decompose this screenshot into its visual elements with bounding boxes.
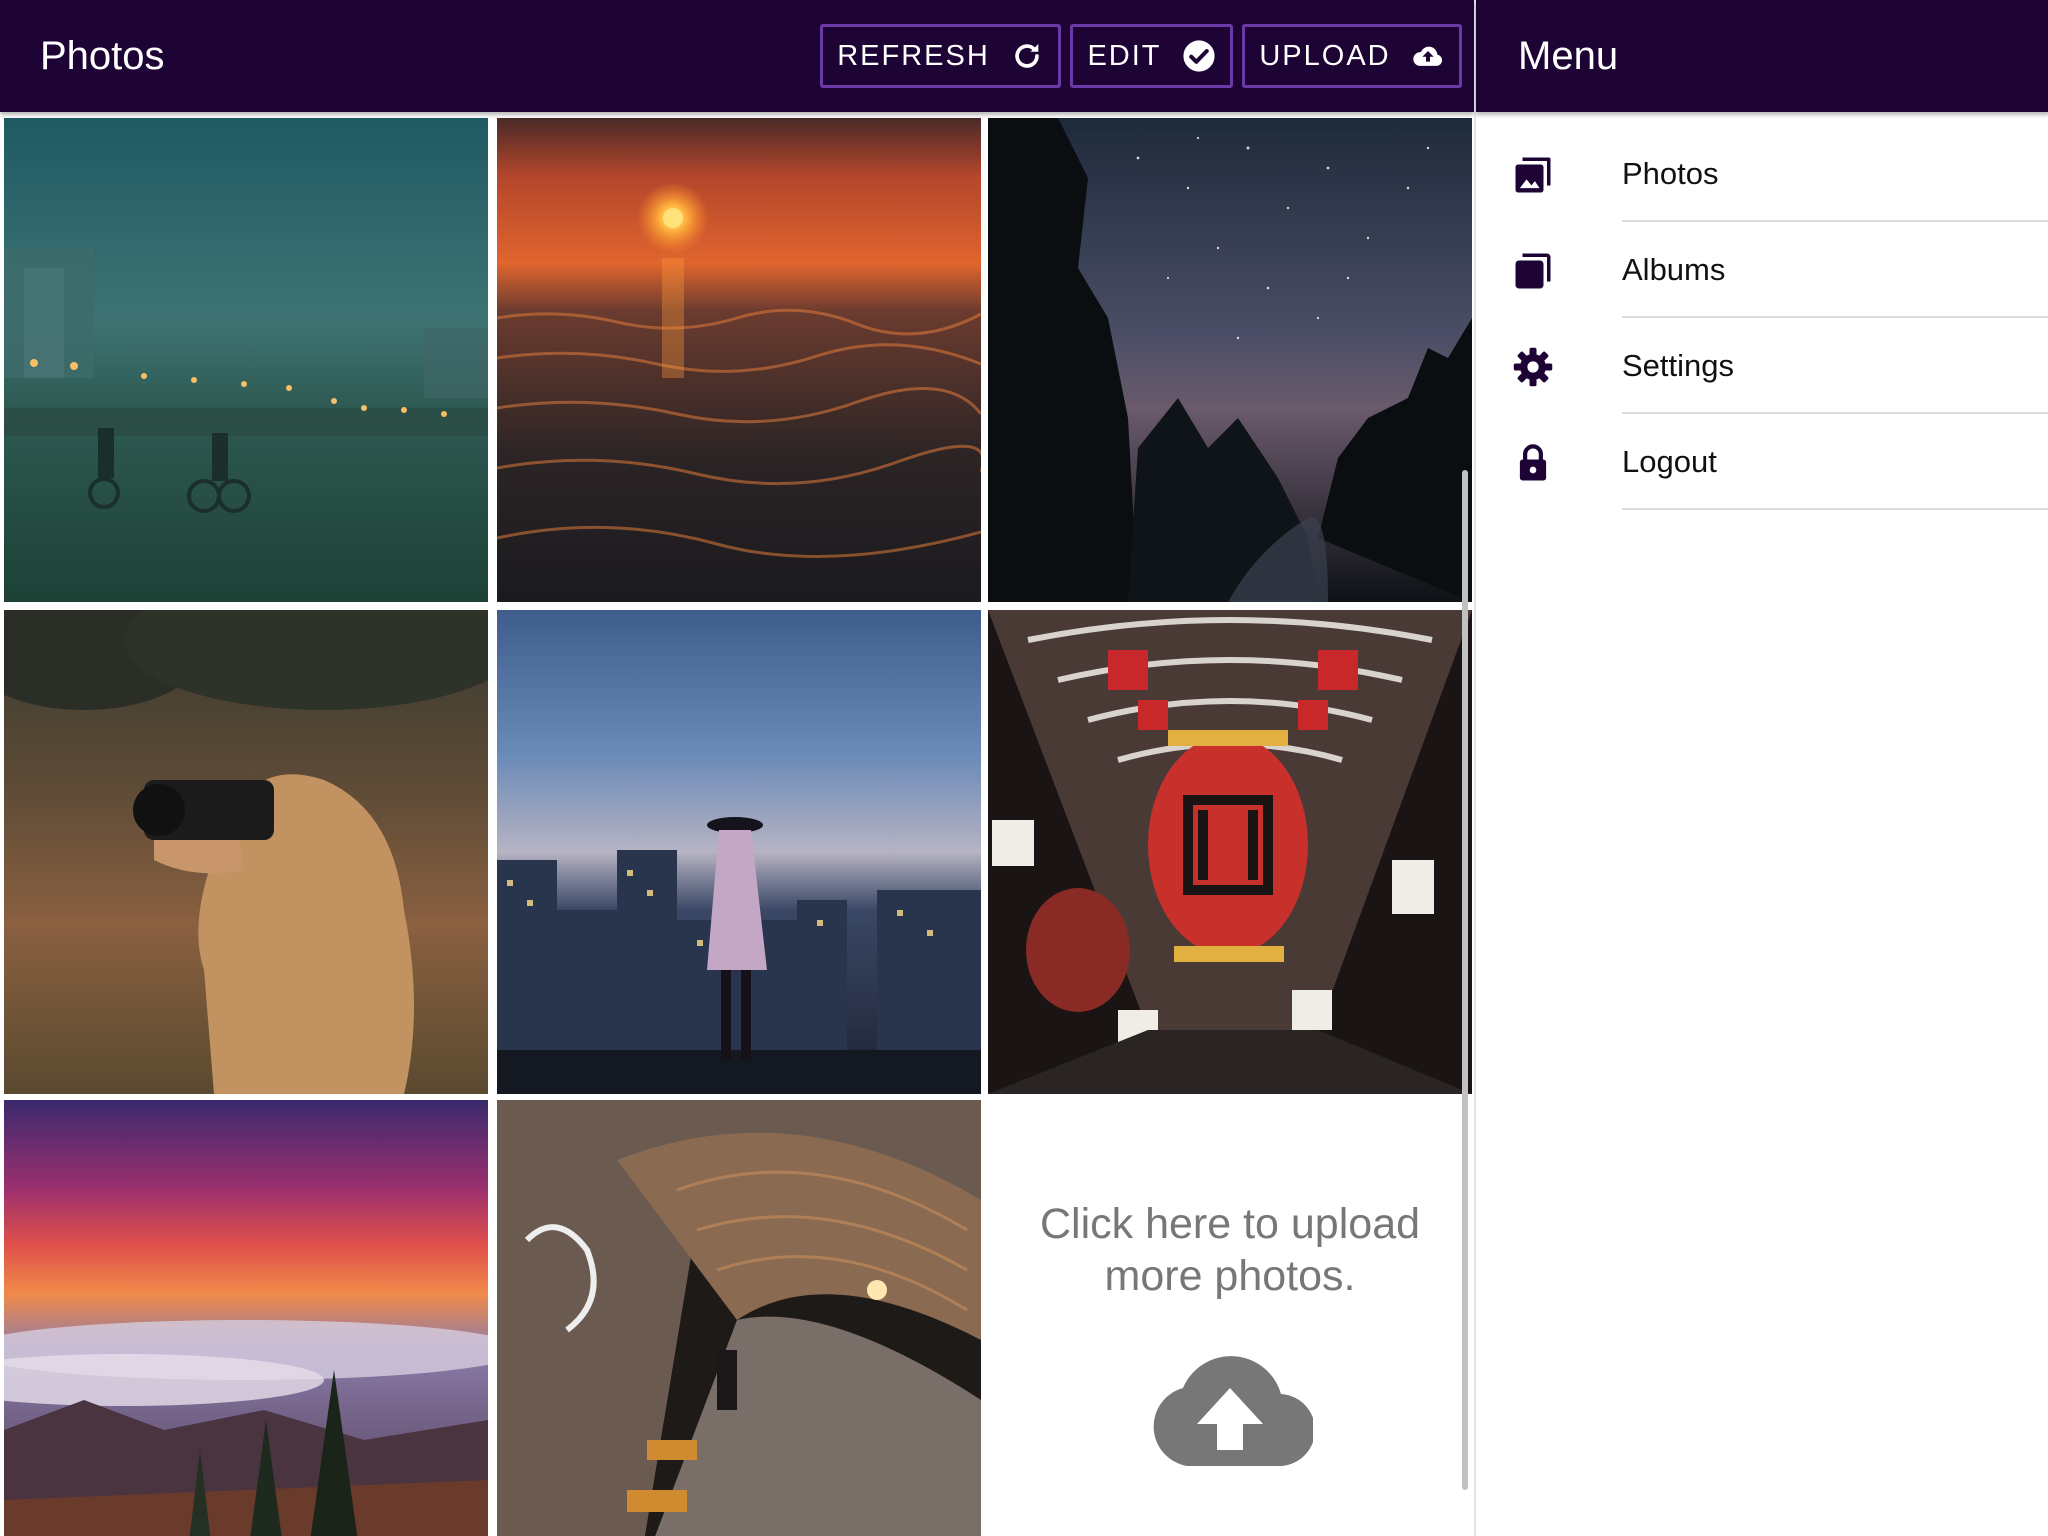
- menu-list: Photos Albums Settings Logout: [1476, 126, 2048, 510]
- edit-button[interactable]: EDIT: [1070, 24, 1233, 88]
- photos-panel: Photos REFRESH EDIT UPLOAD Click here to…: [0, 0, 1474, 1536]
- cloud-upload-icon: [1147, 1348, 1313, 1466]
- upload-prompt-text: Click here to upload more photos.: [1039, 1200, 1421, 1300]
- photo-graffiti-tunnel-station: [497, 1100, 981, 1536]
- lock-icon: [1512, 442, 1554, 484]
- cloud-upload-icon: [1412, 46, 1442, 66]
- upload-button[interactable]: UPLOAD: [1242, 24, 1462, 88]
- photo-tile[interactable]: [497, 1100, 981, 1536]
- app: Photos REFRESH EDIT UPLOAD Click here to…: [0, 0, 2048, 1536]
- photo-cyclists-foggy-beach: [4, 118, 488, 602]
- menu-item-photos[interactable]: Photos: [1476, 126, 2048, 222]
- photo-tile[interactable]: [988, 118, 1472, 602]
- gear-icon: [1512, 346, 1554, 388]
- photo-tile[interactable]: [4, 1100, 488, 1536]
- divider: [1622, 508, 2048, 510]
- photo-purple-sunset-mountains: [4, 1100, 488, 1536]
- menu-item-settings[interactable]: Settings: [1476, 318, 2048, 414]
- scrollbar[interactable]: [1462, 470, 1468, 1490]
- menu-item-logout[interactable]: Logout: [1476, 414, 2048, 510]
- photo-lantern-arcade: [988, 610, 1472, 1094]
- photo-starry-night-forest: [988, 118, 1472, 602]
- photo-sunset-over-ocean: [497, 118, 981, 602]
- menu-item-label: Albums: [1622, 252, 1726, 287]
- menu-header: Menu: [1476, 0, 2048, 112]
- menu-title: Menu: [1518, 34, 1619, 78]
- photo-grid: Click here to upload more photos.: [0, 112, 1474, 1536]
- refresh-button[interactable]: REFRESH: [820, 24, 1061, 88]
- upload-button-label: UPLOAD: [1259, 39, 1391, 72]
- refresh-icon: [1015, 43, 1039, 68]
- photos-icon: [1512, 154, 1554, 196]
- refresh-button-label: REFRESH: [837, 39, 990, 72]
- photo-woman-city-dusk: [497, 610, 981, 1094]
- photos-header: Photos REFRESH EDIT UPLOAD: [0, 0, 1474, 112]
- menu-item-label: Logout: [1622, 444, 1717, 479]
- photo-tile[interactable]: [497, 610, 981, 1094]
- photo-hooded-photographer: [4, 610, 488, 1094]
- check-circle-icon: [1182, 40, 1215, 72]
- photo-tile[interactable]: [988, 610, 1472, 1094]
- side-menu: Menu Photos Albums Settings Logout: [1474, 0, 2048, 1536]
- menu-item-label: Settings: [1622, 348, 1735, 383]
- menu-item-label: Photos: [1622, 156, 1719, 191]
- photo-tile[interactable]: [4, 610, 488, 1094]
- photo-tile[interactable]: [497, 118, 981, 602]
- photo-tile[interactable]: [4, 118, 488, 602]
- menu-item-albums[interactable]: Albums: [1476, 222, 2048, 318]
- upload-more-tile[interactable]: Click here to upload more photos.: [988, 1100, 1472, 1536]
- albums-icon: [1512, 250, 1554, 292]
- edit-button-label: EDIT: [1087, 39, 1162, 72]
- page-title: Photos: [40, 34, 165, 78]
